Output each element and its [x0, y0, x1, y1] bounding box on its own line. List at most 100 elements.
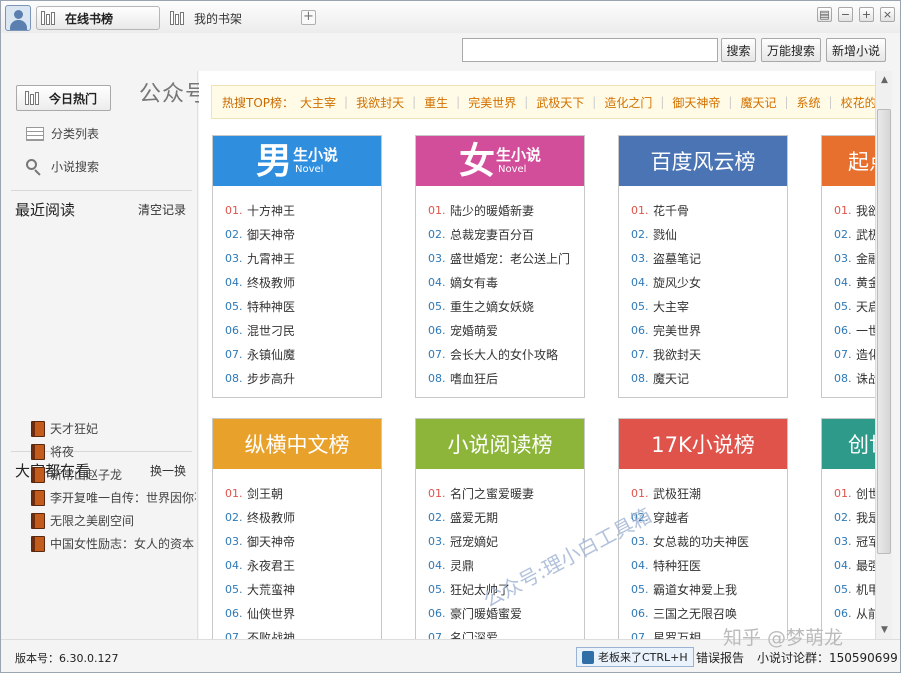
ranking-card-header[interactable]: 起点	[822, 136, 875, 186]
ranking-item[interactable]: 01. 陆少的暖婚新妻	[428, 198, 570, 222]
vertical-scrollbar[interactable]: ▲ ▼	[875, 71, 892, 639]
ranking-card-header[interactable]: 百度风云榜	[619, 136, 787, 186]
ranking-item[interactable]: 04. 黄金	[834, 270, 875, 294]
ranking-item[interactable]: 08. 诛战	[834, 366, 875, 390]
ranking-item[interactable]: 08. 魔天记	[631, 366, 701, 390]
nav-today-hot[interactable]: 今日热门	[16, 85, 111, 111]
ranking-card-header[interactable]: 女生小说 Novel	[416, 136, 584, 186]
ranking-item[interactable]: 02. 总裁宠妻百分百	[428, 222, 570, 246]
popular-item[interactable]: 无限之美剧空间	[31, 509, 196, 532]
ranking-item[interactable]: 04. 特种狂医	[631, 553, 749, 577]
ranking-item[interactable]: 04. 终极教师	[225, 270, 295, 294]
ranking-item[interactable]: 03. 冠军	[834, 529, 875, 553]
search-input[interactable]	[462, 38, 718, 62]
ranking-item[interactable]: 04. 旋风少女	[631, 270, 701, 294]
universal-search-button[interactable]: 万能搜索	[761, 38, 821, 62]
ranking-item[interactable]: 02. 戮仙	[631, 222, 701, 246]
scroll-down-arrow[interactable]: ▼	[878, 623, 891, 637]
popular-item[interactable]: 李开复唯一自传：世界因你不同	[31, 486, 196, 509]
ranking-item[interactable]: 01. 剑王朝	[225, 481, 295, 505]
ranking-item[interactable]: 03. 九霄神王	[225, 246, 295, 270]
scroll-up-arrow[interactable]: ▲	[878, 73, 891, 87]
ranking-item[interactable]: 05. 特种神医	[225, 294, 295, 318]
hot-keyword[interactable]: 武极天下	[536, 94, 584, 111]
hot-keyword[interactable]: 魔天记	[740, 94, 776, 111]
ranking-item[interactable]: 06. 三国之无限召唤	[631, 601, 749, 625]
ranking-item[interactable]: 08. 嗜血狂后	[428, 366, 570, 390]
search-button[interactable]: 搜索	[721, 38, 756, 62]
hot-keyword[interactable]: 系统	[797, 94, 821, 111]
ranking-item[interactable]: 01. 武极狂潮	[631, 481, 749, 505]
nav-category-list[interactable]: 分类列表	[26, 125, 99, 142]
ranking-item[interactable]: 03. 冠宠嫡妃	[428, 529, 534, 553]
ranking-item[interactable]: 05. 天启	[834, 294, 875, 318]
ranking-item[interactable]: 06. 一世	[834, 318, 875, 342]
ranking-item[interactable]: 07. 不败战神	[225, 625, 295, 640]
ranking-item[interactable]: 02. 武极	[834, 222, 875, 246]
ranking-item[interactable]: 06. 从前	[834, 601, 875, 625]
maximize-button[interactable]: +	[859, 7, 874, 22]
ranking-item[interactable]: 02. 我是	[834, 505, 875, 529]
ranking-item[interactable]: 01. 名门之蜜爱暖妻	[428, 481, 534, 505]
ranking-item[interactable]: 05. 霸道女神爱上我	[631, 577, 749, 601]
ranking-item[interactable]: 04. 永夜君王	[225, 553, 295, 577]
ranking-item[interactable]: 07. 永镇仙魔	[225, 342, 295, 366]
hot-keyword[interactable]: 我欲封天	[356, 94, 404, 111]
ranking-item[interactable]: 03. 御天神帝	[225, 529, 295, 553]
ranking-item[interactable]: 01. 创世	[834, 481, 875, 505]
tab-my-bookshelf[interactable]: 我的书架	[166, 6, 296, 30]
popular-item[interactable]: 天才狂妃	[31, 417, 196, 440]
hot-keyword[interactable]: 御天神帝	[672, 94, 720, 111]
ranking-card-header[interactable]: 17K小说榜	[619, 419, 787, 469]
clear-history-link[interactable]: 清空记录	[138, 201, 186, 218]
ranking-item[interactable]: 06. 仙侠世界	[225, 601, 295, 625]
nav-novel-search[interactable]: 小说搜索	[26, 158, 99, 176]
ranking-item[interactable]: 01. 花千骨	[631, 198, 701, 222]
error-report-link[interactable]: 错误报告	[696, 649, 744, 666]
ranking-item[interactable]: 08. 步步高升	[225, 366, 295, 390]
ranking-item[interactable]: 01. 我欲	[834, 198, 875, 222]
popular-item[interactable]: 中国女性励志：女人的资本	[31, 532, 196, 555]
ranking-card-header[interactable]: 创世	[822, 419, 875, 469]
ranking-item[interactable]: 06. 完美世界	[631, 318, 701, 342]
tab-online-rankings[interactable]: 在线书榜	[36, 6, 160, 30]
hot-keyword[interactable]: 大主宰	[300, 94, 336, 111]
ranking-item[interactable]: 01. 十方神王	[225, 198, 295, 222]
ranking-item[interactable]: 06. 宠婚萌爱	[428, 318, 570, 342]
scroll-thumb[interactable]	[877, 109, 891, 554]
ranking-item[interactable]: 03. 女总裁的功夫神医	[631, 529, 749, 553]
close-button[interactable]: ×	[880, 7, 895, 22]
minimize-button[interactable]: −	[838, 7, 853, 22]
ranking-item[interactable]: 07. 名门深爱	[428, 625, 534, 640]
hot-keyword[interactable]: 校花的贴身高手	[841, 94, 875, 111]
ranking-item[interactable]: 02. 御天神帝	[225, 222, 295, 246]
skin-button[interactable]: ▤	[817, 7, 832, 22]
ranking-item[interactable]: 04. 最强	[834, 553, 875, 577]
hot-keyword[interactable]: 重生	[424, 94, 448, 111]
popular-item[interactable]: 新常山赵子龙	[31, 463, 196, 486]
ranking-item[interactable]: 07. 造化	[834, 342, 875, 366]
ranking-card-header[interactable]: 纵横中文榜	[213, 419, 381, 469]
add-tab-button[interactable]: +	[301, 10, 316, 25]
ranking-item[interactable]: 03. 盗墓笔记	[631, 246, 701, 270]
ranking-item[interactable]: 05. 重生之嫡女妖娆	[428, 294, 570, 318]
boss-key-button[interactable]: 老板来了CTRL+H	[576, 647, 694, 667]
hot-keyword[interactable]: 完美世界	[468, 94, 516, 111]
ranking-item[interactable]: 05. 大荒蛮神	[225, 577, 295, 601]
ranking-card-header[interactable]: 男生小说 Novel	[213, 136, 381, 186]
ranking-item[interactable]: 06. 豪门暖婚蜜爱	[428, 601, 534, 625]
ranking-item[interactable]: 02. 盛爱无期	[428, 505, 534, 529]
user-avatar[interactable]	[5, 5, 31, 31]
ranking-item[interactable]: 07. 会长大人的女仆攻略	[428, 342, 570, 366]
hot-keyword[interactable]: 造化之门	[604, 94, 652, 111]
ranking-item[interactable]: 02. 终极教师	[225, 505, 295, 529]
ranking-item[interactable]: 06. 混世刁民	[225, 318, 295, 342]
ranking-item[interactable]: 05. 机甲	[834, 577, 875, 601]
ranking-item[interactable]: 05. 大主宰	[631, 294, 701, 318]
add-novel-button[interactable]: 新增小说	[826, 38, 886, 62]
ranking-item[interactable]: 04. 嫡女有毒	[428, 270, 570, 294]
ranking-item[interactable]: 03. 金融	[834, 246, 875, 270]
ranking-item[interactable]: 03. 盛世婚宠：老公送上门	[428, 246, 570, 270]
popular-item[interactable]: 将夜	[31, 440, 196, 463]
ranking-item[interactable]: 07. 我欲封天	[631, 342, 701, 366]
